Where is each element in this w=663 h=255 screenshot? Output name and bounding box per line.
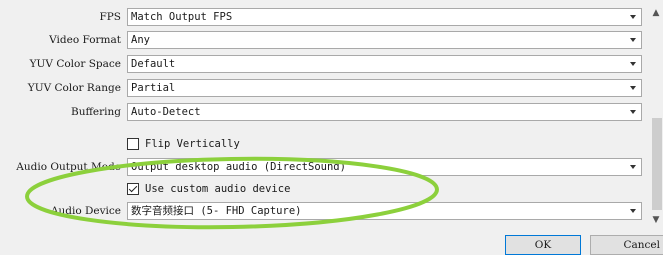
chevron-down-icon[interactable]: ▼ (649, 213, 663, 227)
audio-device-value: 数字音频接口 (5- FHD Capture) (131, 205, 302, 217)
flip-vertically-checkbox[interactable] (127, 138, 139, 150)
use-custom-audio-label: Use custom audio device (145, 183, 291, 195)
vertical-scrollbar[interactable]: ▲ ▼ (649, 0, 663, 232)
audio-output-mode-label: Audio Output Mode (16, 161, 121, 173)
fps-dropdown[interactable]: Match Output FPS (127, 8, 642, 26)
yuv-color-space-label: YUV Color Space (29, 58, 121, 70)
video-format-value: Any (131, 34, 150, 46)
yuv-color-range-dropdown[interactable]: Partial (127, 79, 642, 97)
video-format-label: Video Format (49, 34, 121, 46)
audio-device-dropdown[interactable]: 数字音频接口 (5- FHD Capture) (127, 202, 642, 220)
use-custom-audio-option[interactable]: Use custom audio device (127, 181, 290, 197)
yuv-color-space-value: Default (131, 58, 176, 70)
fps-value: Match Output FPS (131, 11, 233, 23)
yuv-color-range-value: Partial (131, 82, 176, 94)
video-format-dropdown[interactable]: Any (127, 31, 642, 49)
yuv-color-range-label: YUV Color Range (27, 82, 121, 94)
chevron-down-icon (630, 62, 636, 66)
chevron-down-icon (630, 209, 636, 213)
flip-vertically-label: Flip Vertically (145, 138, 240, 150)
buffering-label: Buffering (70, 106, 121, 118)
chevron-down-icon (630, 165, 636, 169)
scrollbar-thumb[interactable] (652, 118, 662, 210)
yuv-color-space-dropdown[interactable]: Default (127, 55, 642, 73)
buffering-value: Auto-Detect (131, 106, 201, 118)
audio-device-label: Audio Device (50, 205, 121, 217)
use-custom-audio-checkbox[interactable] (127, 183, 139, 195)
cancel-button[interactable]: Cancel (590, 235, 663, 255)
chevron-down-icon (630, 110, 636, 114)
chevron-down-icon (630, 38, 636, 42)
audio-output-mode-dropdown[interactable]: Output desktop audio (DirectSound) (127, 158, 642, 176)
ok-button[interactable]: OK (505, 235, 581, 255)
chevron-down-icon (630, 86, 636, 90)
audio-output-mode-value: Output desktop audio (DirectSound) (131, 161, 346, 173)
buffering-dropdown[interactable]: Auto-Detect (127, 103, 642, 121)
flip-vertically-option[interactable]: Flip Vertically (127, 136, 240, 152)
properties-panel: FPS Match Output FPS Video Format Any YU… (0, 0, 649, 232)
fps-label: FPS (99, 11, 121, 23)
chevron-up-icon[interactable]: ▲ (649, 6, 663, 20)
chevron-down-icon (630, 15, 636, 19)
